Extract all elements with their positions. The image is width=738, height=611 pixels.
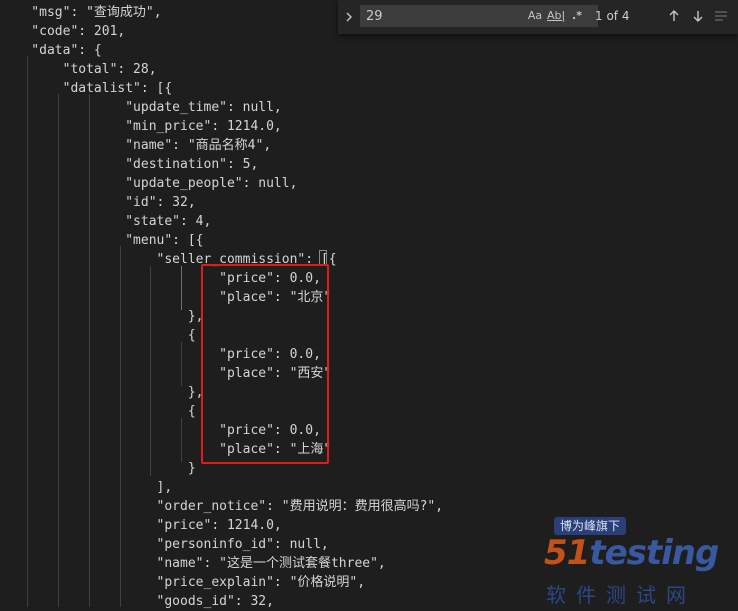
find-widget: Aa Ab| .* 1 of 4 xyxy=(338,0,738,34)
find-input[interactable] xyxy=(362,6,530,26)
watermark-logo: 博为峰旗下 51testing 软件测试网 xyxy=(544,515,738,607)
code-line: "price": 1214.0, xyxy=(0,518,282,533)
code-line: "goods_id": 32, xyxy=(0,594,274,609)
chevron-right-icon[interactable] xyxy=(340,0,358,34)
code-line: "update_time": null, xyxy=(0,100,282,115)
watermark-subtitle: 软件测试网 xyxy=(546,583,696,607)
code-line: { xyxy=(0,404,196,419)
code-line: }, xyxy=(0,309,204,324)
code-line: }, xyxy=(0,385,204,400)
watermark-brand-prefix: 51 xyxy=(544,533,590,573)
find-in-selection-icon[interactable] xyxy=(712,7,730,25)
code-line: { xyxy=(0,328,196,343)
code-line: "code": 201, xyxy=(0,24,126,39)
match-case-toggle[interactable]: Aa xyxy=(527,8,543,24)
code-line: "price_explain": "价格说明", xyxy=(0,575,366,590)
watermark-brand-suffix: testing xyxy=(589,533,719,573)
code-line: "name": "这是一个测试套餐three", xyxy=(0,556,386,571)
watermark-brand: 51testing xyxy=(544,533,719,573)
code-line: "datalist": [{ xyxy=(0,81,173,96)
highlight-box xyxy=(201,264,329,464)
code-line: "msg": "查询成功", xyxy=(0,5,162,20)
code-line: "update_people": null, xyxy=(0,176,298,191)
code-line: "destination": 5, xyxy=(0,157,259,172)
code-line: "menu": [{ xyxy=(0,233,204,248)
code-line: "name": "商品名称4", xyxy=(0,138,272,153)
code-line: "id": 32, xyxy=(0,195,196,210)
code-line: "min_price": 1214.0, xyxy=(0,119,282,134)
regex-toggle[interactable]: .* xyxy=(569,8,585,24)
arrow-down-icon[interactable] xyxy=(689,7,707,25)
code-line: "personinfo_id": null, xyxy=(0,537,329,552)
code-line: "state": 4, xyxy=(0,214,212,229)
arrow-up-icon[interactable] xyxy=(665,7,683,25)
code-line: "order_notice": "费用说明：费用很高吗?", xyxy=(0,499,444,514)
whole-word-toggle[interactable]: Ab| xyxy=(547,8,565,24)
code-line: ], xyxy=(0,480,173,495)
code-line: "total": 28, xyxy=(0,62,157,77)
code-line: } xyxy=(0,461,196,476)
code-line: "data": { xyxy=(0,43,102,58)
match-count: 1 of 4 xyxy=(595,9,630,23)
